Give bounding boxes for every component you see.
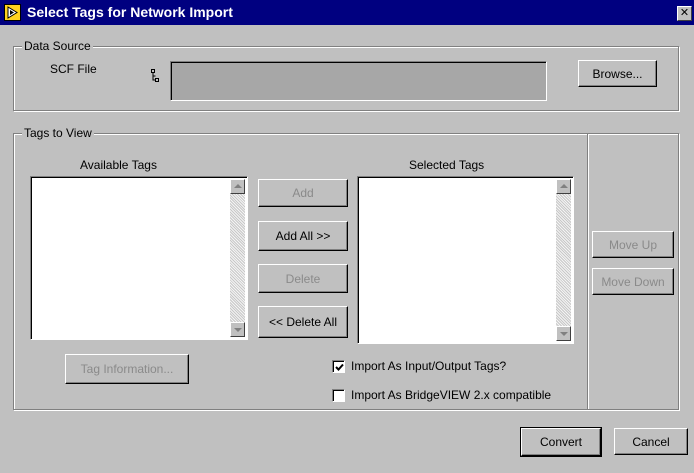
close-button[interactable]: ✕ xyxy=(677,6,692,21)
scf-file-path-field[interactable] xyxy=(170,61,547,101)
tag-information-button[interactable]: Tag Information... xyxy=(65,354,189,384)
labview-run-arrow-icon xyxy=(4,4,21,21)
checkbox-checked[interactable] xyxy=(332,359,345,373)
cancel-button[interactable]: Cancel xyxy=(614,428,688,455)
path-icon xyxy=(151,69,159,86)
select-tags-dialog: Select Tags for Network Import ✕ Data So… xyxy=(0,0,694,473)
import-bridgeview-label: Import As BridgeVIEW 2.x compatible xyxy=(351,388,552,402)
move-down-button[interactable]: Move Down xyxy=(592,268,674,295)
move-up-button[interactable]: Move Up xyxy=(592,231,674,258)
add-button[interactable]: Add xyxy=(258,179,348,207)
scf-file-label: SCF File xyxy=(50,62,97,76)
available-tags-label: Available Tags xyxy=(80,158,157,172)
scroll-down-button[interactable] xyxy=(556,326,571,341)
selected-tags-list[interactable] xyxy=(357,176,574,344)
window-title: Select Tags for Network Import xyxy=(27,4,233,20)
arrow-down-icon xyxy=(560,332,568,336)
browse-button[interactable]: Browse... xyxy=(578,60,657,87)
available-tags-list[interactable] xyxy=(30,176,248,340)
close-icon: ✕ xyxy=(679,6,690,19)
scroll-up-button[interactable] xyxy=(556,179,571,194)
scroll-up-button[interactable] xyxy=(230,179,245,194)
tags-to-view-legend: Tags to View xyxy=(22,126,94,141)
import-io-tags-checkbox[interactable]: Import As Input/Output Tags? xyxy=(332,359,506,373)
convert-button[interactable]: Convert xyxy=(520,427,602,457)
delete-all-button[interactable]: << Delete All xyxy=(258,306,348,338)
data-source-legend: Data Source xyxy=(22,39,93,54)
title-bar[interactable]: Select Tags for Network Import ✕ xyxy=(0,0,694,25)
import-io-tags-label: Import As Input/Output Tags? xyxy=(351,359,507,373)
delete-button[interactable]: Delete xyxy=(258,264,348,293)
import-bridgeview-checkbox[interactable]: Import As BridgeVIEW 2.x compatible xyxy=(332,388,551,402)
checkbox-unchecked[interactable] xyxy=(332,388,345,402)
available-tags-scrollbar[interactable] xyxy=(230,179,245,337)
selected-tags-label: Selected Tags xyxy=(409,158,485,172)
add-all-button[interactable]: Add All >> xyxy=(258,221,348,251)
arrow-down-icon xyxy=(234,328,242,332)
scroll-down-button[interactable] xyxy=(230,322,245,337)
arrow-up-icon xyxy=(234,184,242,188)
selected-tags-scrollbar[interactable] xyxy=(556,179,571,341)
arrow-up-icon xyxy=(560,184,568,188)
